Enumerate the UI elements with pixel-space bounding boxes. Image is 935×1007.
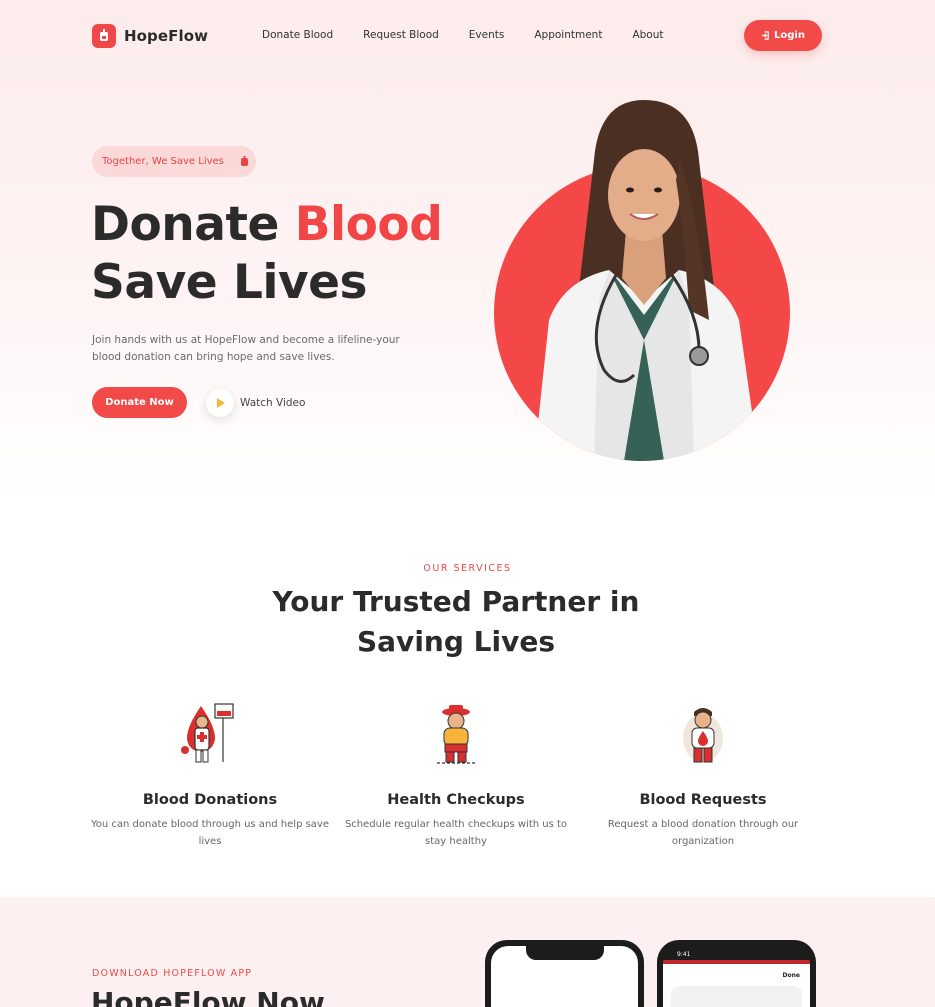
service-description: Request a blood donation through our org… [607,819,799,847]
login-label: Login [774,30,805,41]
hero-title-highlight: Blood [294,197,443,252]
blood-request-icon [683,708,723,763]
hero-title: Donate Blood Save Lives [91,196,443,312]
blood-donor-icon [181,703,234,763]
services-title-line2: Saving Lives [357,625,555,658]
phone-time: 9:41 [677,951,691,958]
phone-mockup-left [485,940,644,1007]
phone-notch [525,946,604,960]
services-eyebrow: OUR SERVICES [423,563,512,574]
service-title: Blood Requests [639,792,767,808]
hero-title-word: Donate [91,197,279,252]
blood-bag-icon [240,156,248,166]
logo-text: HopeFlow [124,27,209,45]
hero-description: Join hands with us at HopeFlow and becom… [92,334,400,363]
nav-donate-blood[interactable]: Donate Blood [262,29,333,41]
phone-done-label: Done [782,972,800,979]
service-title: Health Checkups [387,792,525,808]
services-title: Your Trusted Partner in Saving Lives [0,582,912,662]
donate-now-button[interactable]: Donate Now [92,387,187,418]
watch-video-label: Watch Video [240,397,306,409]
hero-title-line2: Save Lives [91,255,368,310]
service-card-health-checkups[interactable]: Health Checkups Schedule regular health … [336,700,576,850]
blood-bag-icon [92,24,116,48]
app-title: HopeFlow Now [91,986,325,1007]
services-title-line1: Your Trusted Partner in [272,585,640,618]
play-icon [206,389,234,417]
service-card-blood-requests[interactable]: Blood Requests Request a blood donation … [583,700,823,850]
doctor-illustration [534,100,759,461]
phone-screen [491,946,638,1007]
service-card-blood-donations[interactable]: Blood Donations You can donate blood thr… [90,700,330,850]
login-button[interactable]: Login [744,20,822,51]
tagline-text: Together, We Save Lives [102,156,224,167]
service-title: Blood Donations [142,792,278,808]
nav-request-blood[interactable]: Request Blood [363,29,439,41]
health-checkup-icon [437,705,475,764]
main-nav: Donate Blood Request Blood Events Appoin… [262,29,693,41]
service-description: You can donate blood through us and help… [90,819,330,847]
nav-appointment[interactable]: Appointment [534,29,602,41]
nav-about[interactable]: About [632,29,663,41]
phone-screen: 9:41 Done [663,946,810,1007]
login-icon [761,31,769,40]
nav-events[interactable]: Events [469,29,505,41]
watch-video-button[interactable]: Watch Video [206,389,305,417]
phone-content: Done [663,964,810,1007]
logo[interactable]: HopeFlow [92,24,208,48]
phone-card [671,986,802,1007]
service-description: Schedule regular health checkups with us… [344,819,568,847]
phone-mockup-right: 9:41 Done [657,940,816,1007]
app-eyebrow: DOWNLOAD HOPEFLOW APP [92,968,253,979]
tagline-badge: Together, We Save Lives [92,146,256,177]
